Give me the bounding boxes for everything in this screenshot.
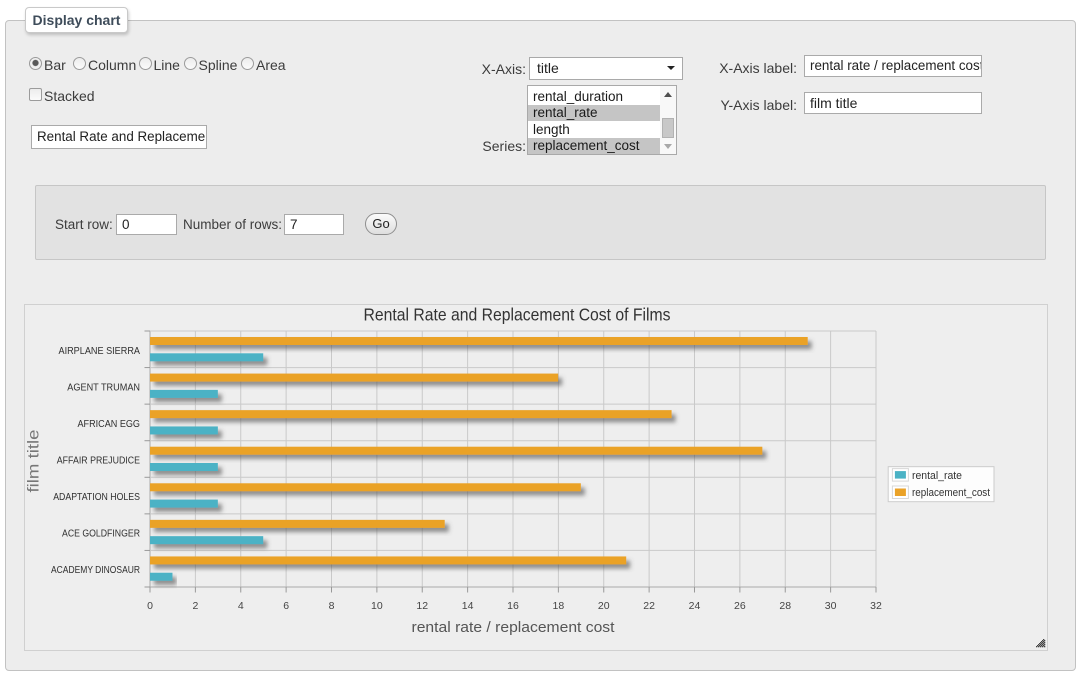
svg-text:24: 24 [689, 600, 701, 612]
svg-text:replacement_cost: replacement_cost [912, 487, 990, 499]
svg-text:ACE GOLDFINGER: ACE GOLDFINGER [62, 529, 140, 540]
svg-text:film title: film title [26, 430, 43, 493]
svg-text:Rental Rate and Replacement Co: Rental Rate and Replacement Cost of Film… [364, 305, 671, 325]
svg-text:32: 32 [870, 600, 882, 612]
svg-text:rental_rate: rental_rate [912, 470, 962, 482]
svg-text:26: 26 [734, 600, 746, 612]
svg-text:AIRPLANE SIERRA: AIRPLANE SIERRA [59, 346, 141, 357]
svg-text:12: 12 [416, 600, 428, 612]
svg-text:20: 20 [598, 600, 610, 612]
svg-text:AGENT TRUMAN: AGENT TRUMAN [67, 382, 140, 393]
svg-text:ADAPTATION HOLES: ADAPTATION HOLES [53, 492, 140, 503]
svg-text:0: 0 [147, 600, 153, 612]
svg-text:18: 18 [553, 600, 565, 612]
svg-text:8: 8 [329, 600, 335, 612]
svg-text:ACADEMY DINOSAUR: ACADEMY DINOSAUR [51, 565, 140, 576]
svg-text:16: 16 [507, 600, 519, 612]
svg-text:rental rate / replacement cost: rental rate / replacement cost [412, 619, 616, 636]
svg-text:2: 2 [192, 600, 198, 612]
svg-text:AFRICAN EGG: AFRICAN EGG [78, 419, 141, 430]
svg-text:28: 28 [779, 600, 791, 612]
svg-text:14: 14 [462, 600, 474, 612]
svg-text:30: 30 [825, 600, 837, 612]
svg-text:22: 22 [643, 600, 655, 612]
svg-text:AFFAIR PREJUDICE: AFFAIR PREJUDICE [57, 456, 140, 467]
svg-text:10: 10 [371, 600, 383, 612]
svg-text:6: 6 [283, 600, 289, 612]
svg-text:4: 4 [238, 600, 244, 612]
